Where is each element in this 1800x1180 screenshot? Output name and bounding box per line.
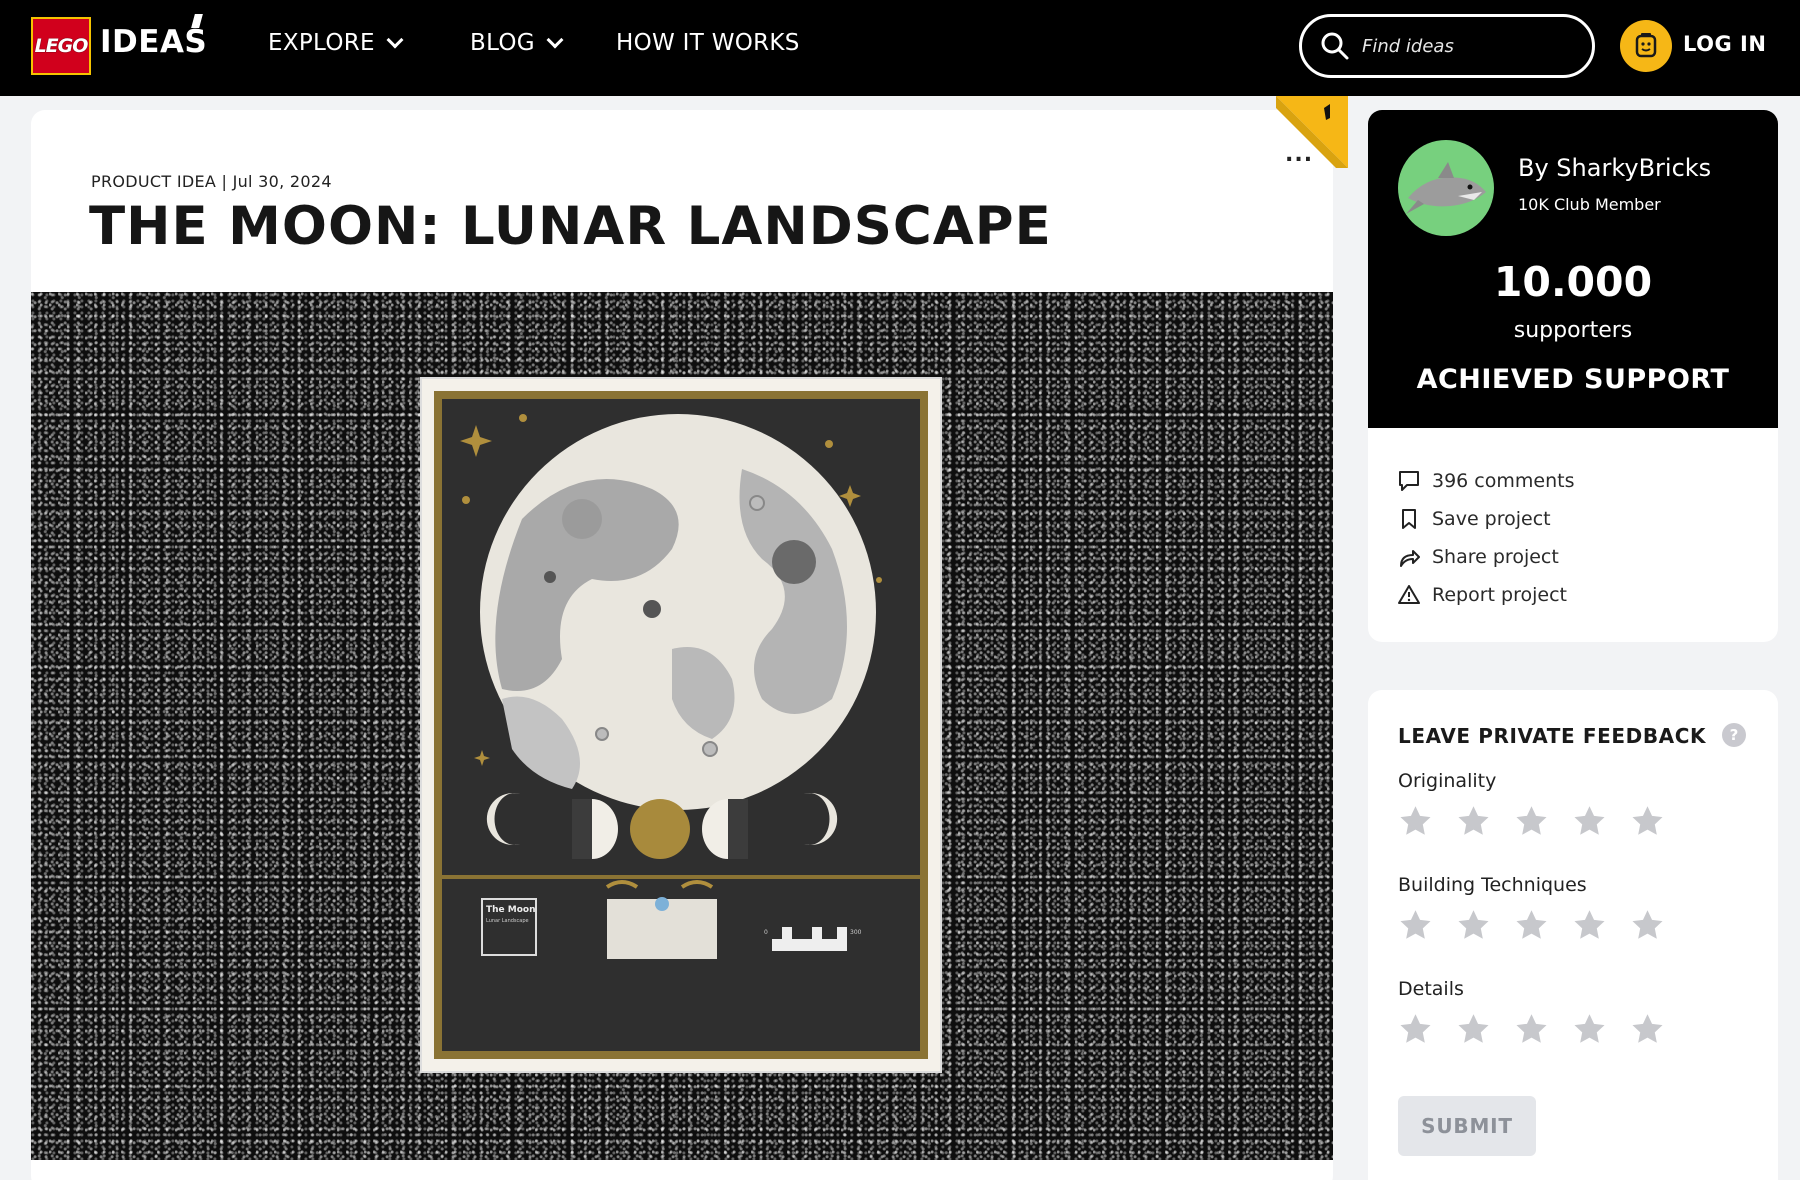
poster-scale-end: 300 bbox=[850, 929, 862, 936]
top-navigation: LEGO IDEAS EXPLORE BLOG HOW IT WORKS LOG… bbox=[0, 0, 1800, 96]
star-icon[interactable] bbox=[1398, 908, 1433, 943]
star-icon[interactable] bbox=[1456, 908, 1491, 943]
supported-corner-badge bbox=[1276, 96, 1348, 168]
lego-logo[interactable]: LEGO bbox=[31, 17, 91, 75]
poster-frame: The Moon Lunar Landscape 0 300 bbox=[434, 391, 928, 1059]
share-project-label: Share project bbox=[1432, 546, 1559, 568]
warning-icon bbox=[1398, 585, 1420, 604]
share-icon bbox=[1400, 550, 1420, 567]
meta-separator: | bbox=[221, 172, 233, 191]
nav-explore-label: EXPLORE bbox=[268, 30, 375, 56]
chevron-down-icon bbox=[386, 31, 404, 49]
star-icon[interactable] bbox=[1456, 1012, 1491, 1047]
save-project-label: Save project bbox=[1432, 508, 1551, 530]
project-hero-image[interactable]: The Moon Lunar Landscape 0 300 bbox=[31, 292, 1333, 1160]
supporters-count: 10.000 bbox=[1493, 258, 1653, 306]
criterion-originality-label: Originality bbox=[1398, 770, 1497, 792]
star-icon[interactable] bbox=[1398, 1012, 1433, 1047]
star-icon[interactable] bbox=[1572, 1012, 1607, 1047]
poster-sublabel: Lunar Landscape bbox=[486, 918, 529, 924]
help-icon[interactable]: ? bbox=[1722, 723, 1746, 747]
project-date: Jul 30, 2024 bbox=[232, 172, 332, 191]
support-status: ACHIEVED SUPPORT bbox=[1416, 364, 1730, 395]
moon-poster: The Moon Lunar Landscape 0 300 bbox=[422, 379, 940, 1071]
star-icon[interactable] bbox=[1514, 908, 1549, 943]
project-title: THE MOON: LUNAR LANDSCAPE bbox=[89, 196, 1052, 257]
report-project-label: Report project bbox=[1432, 584, 1567, 606]
details-rating bbox=[1398, 1012, 1665, 1047]
author-header: By SharkyBricks 10K Club Member 10.000 s… bbox=[1368, 110, 1778, 428]
search-input[interactable] bbox=[1362, 35, 1582, 57]
comment-icon bbox=[1399, 471, 1419, 491]
author-avatar[interactable] bbox=[1398, 140, 1494, 236]
author-name[interactable]: By SharkyBricks bbox=[1518, 154, 1711, 182]
share-project-button[interactable]: Share project bbox=[1398, 538, 1574, 576]
search-box[interactable] bbox=[1299, 14, 1595, 78]
poster-scale-start: 0 bbox=[764, 929, 768, 936]
star-icon[interactable] bbox=[1630, 908, 1665, 943]
project-actions: 396 comments Save project Share project … bbox=[1398, 462, 1574, 614]
star-icon[interactable] bbox=[1456, 804, 1491, 839]
star-icon[interactable] bbox=[1572, 804, 1607, 839]
star-icon[interactable] bbox=[1514, 804, 1549, 839]
project-card: PRODUCT IDEA | Jul 30, 2024 THE MOON: LU… bbox=[31, 110, 1333, 1180]
author-rank: 10K Club Member bbox=[1518, 195, 1661, 214]
save-project-button[interactable]: Save project bbox=[1398, 500, 1574, 538]
building-techniques-rating bbox=[1398, 908, 1665, 943]
comments-label: 396 comments bbox=[1432, 470, 1575, 492]
login-avatar[interactable] bbox=[1620, 20, 1672, 72]
star-icon[interactable] bbox=[1398, 804, 1433, 839]
criterion-details-label: Details bbox=[1398, 978, 1464, 1000]
project-category: PRODUCT IDEA bbox=[91, 172, 217, 191]
minifig-head-icon bbox=[1635, 33, 1657, 58]
nav-blog-label: BLOG bbox=[470, 30, 535, 56]
moon-artwork: The Moon Lunar Landscape 0 300 bbox=[442, 414, 920, 959]
comments-link[interactable]: 396 comments bbox=[1398, 462, 1574, 500]
criterion-building-techniques-label: Building Techniques bbox=[1398, 874, 1587, 896]
report-project-button[interactable]: Report project bbox=[1398, 576, 1574, 614]
author-panel: By SharkyBricks 10K Club Member 10.000 s… bbox=[1368, 110, 1778, 642]
shark-icon bbox=[1406, 162, 1486, 214]
private-feedback-panel: LEAVE PRIVATE FEEDBACK ? Originality Bui… bbox=[1368, 690, 1778, 1180]
star-icon[interactable] bbox=[1630, 804, 1665, 839]
poster-label: The Moon bbox=[486, 905, 536, 915]
submit-feedback-button[interactable]: SUBMIT bbox=[1398, 1096, 1536, 1156]
feedback-title: LEAVE PRIVATE FEEDBACK bbox=[1398, 724, 1707, 748]
star-icon[interactable] bbox=[1514, 1012, 1549, 1047]
nav-blog[interactable]: BLOG bbox=[470, 30, 564, 56]
lego-logo-text: LEGO bbox=[34, 35, 89, 57]
search-icon bbox=[1321, 32, 1349, 60]
chevron-down-icon bbox=[546, 31, 564, 49]
nav-explore[interactable]: EXPLORE bbox=[268, 30, 404, 56]
star-icon[interactable] bbox=[1572, 908, 1607, 943]
login-link[interactable]: LOG IN bbox=[1683, 32, 1766, 56]
originality-rating bbox=[1398, 804, 1665, 839]
ideas-brand[interactable]: IDEAS bbox=[100, 24, 207, 60]
star-icon[interactable] bbox=[1630, 1012, 1665, 1047]
nav-how-it-works-label: HOW IT WORKS bbox=[616, 30, 800, 56]
bookmark-icon bbox=[1402, 509, 1416, 529]
supporters-label: supporters bbox=[1513, 318, 1633, 343]
project-meta: PRODUCT IDEA | Jul 30, 2024 bbox=[91, 172, 332, 191]
nav-how-it-works[interactable]: HOW IT WORKS bbox=[616, 30, 800, 56]
